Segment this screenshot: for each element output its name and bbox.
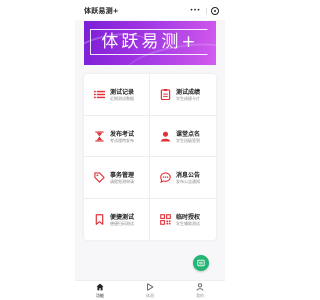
person-icon [160,131,171,142]
nav-header: 体跃易测+ ••• [75,0,225,20]
menu-item-description: 学生辅助测试 [176,220,200,226]
menu-item-test-records[interactable]: 测试记录 近期测试数据 [84,74,150,116]
capsule-divider [205,8,207,14]
menu-item-label: 消息公告 [176,172,201,179]
bookmark-icon [95,213,104,225]
menu-item-description: 学生成绩卡片 [176,96,200,101]
grid-icon [160,213,171,225]
tab-profile[interactable]: 我的 [175,281,225,300]
menu-item-description: 请假免测申请 [110,179,134,184]
menu-item-label: 便捷测试 [110,213,135,221]
hourglass-icon [95,130,104,142]
bottom-tab-bar: 功能 体测 我的 [75,280,225,300]
tab-label: 体测 [146,293,154,298]
play-icon [147,283,154,291]
menu-item-roll-call[interactable]: 课堂点名 学生班级签到 [150,116,216,157]
list-icon [94,90,105,99]
menu-item-description: 发布公告通知 [176,179,200,184]
tag-icon [94,172,105,183]
hero-banner: 体跃易测+ [84,21,216,65]
report-icon [160,89,171,100]
home-icon [96,283,104,291]
close-icon[interactable] [211,7,219,15]
tab-functions[interactable]: 功能 [75,281,125,300]
menu-item-label: 课堂点名 [176,130,201,138]
menu-item-description: 便捷扫码测试 [110,220,134,226]
app-screen: 体跃易测+ ••• 体跃易测+ 测试记录 近期测试数据 测试成绩 学生成绩卡片 … [75,0,225,300]
tab-fitness-test[interactable]: 体测 [125,281,175,300]
menu-item-temp-authorization[interactable]: 临时授权 学生辅助测试 [150,199,216,241]
menu-item-label: 测试记录 [110,89,135,96]
tab-label: 功能 [96,293,104,298]
menu-item-description: 学生班级签到 [176,137,200,143]
menu-item-test-scores[interactable]: 测试成绩 学生成绩卡片 [150,74,216,116]
feature-grid: 测试记录 近期测试数据 测试成绩 学生成绩卡片 发布考试 考试理特发布 课堂点名… [84,74,216,240]
page-title: 体跃易测+ [84,7,119,15]
floating-action-button[interactable] [193,255,209,271]
menu-item-affairs[interactable]: 事务管理 请假免测申请 [84,157,150,199]
chat-icon [160,172,171,183]
menu-item-label: 测试成绩 [176,89,201,96]
more-menu-button[interactable]: ••• [189,7,201,15]
menu-item-label: 发布考试 [110,130,135,138]
tab-label: 我的 [196,293,204,298]
scan-icon [197,259,205,267]
banner-text: 体跃易测+ [101,32,199,52]
user-icon [196,283,204,291]
menu-item-announcements[interactable]: 消息公告 发布公告通知 [150,157,216,199]
menu-item-label: 临时授权 [176,213,201,221]
menu-item-label: 事务管理 [110,172,135,179]
menu-item-publish-exam[interactable]: 发布考试 考试理特发布 [84,115,150,157]
menu-item-quick-test[interactable]: 便捷测试 便捷扫码测试 [84,198,150,240]
mini-program-capsule: ••• [189,6,219,16]
menu-item-description: 近期测试数据 [110,96,134,101]
menu-item-description: 考试理特发布 [110,137,134,143]
